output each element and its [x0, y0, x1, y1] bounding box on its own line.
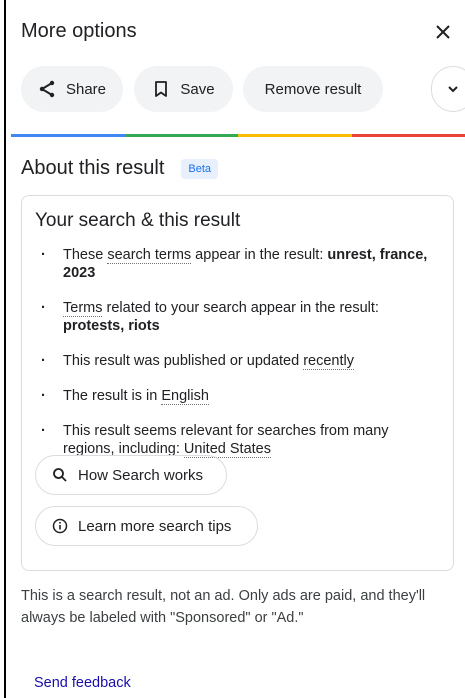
- about-title: About this result: [21, 157, 165, 179]
- item-text: related to your search appear in the res…: [102, 300, 379, 316]
- close-icon: [436, 25, 450, 39]
- window-frame: [0, 0, 11, 698]
- bookmark-icon: [155, 81, 168, 97]
- ad-disclaimer: This is a search result, not an ad. Only…: [21, 588, 426, 626]
- share-button[interactable]: Share: [21, 66, 123, 112]
- search-icon: [53, 468, 67, 482]
- more-actions-button[interactable]: [431, 66, 465, 112]
- remove-result-label: Remove result: [264, 80, 362, 98]
- info-icon: [52, 518, 68, 534]
- list-item: This result was published or updated rec…: [22, 352, 453, 370]
- beta-badge: Beta: [181, 158, 219, 179]
- save-label: Save: [180, 80, 215, 98]
- recently-link[interactable]: recently: [303, 353, 354, 370]
- share-icon: [39, 80, 55, 98]
- search-result-card: Your search & this result These search t…: [21, 195, 454, 571]
- learn-more-tips-label: Learn more search tips: [78, 517, 232, 535]
- card-title: Your search & this result: [35, 210, 241, 231]
- english-link[interactable]: English: [161, 388, 209, 405]
- save-button[interactable]: Save: [134, 66, 233, 112]
- send-feedback-link[interactable]: Send feedback: [34, 675, 131, 691]
- how-search-works-button[interactable]: How Search works: [35, 455, 227, 495]
- learn-more-tips-button[interactable]: Learn more search tips: [35, 506, 258, 546]
- related-terms: protests, riots: [63, 318, 160, 334]
- terms-link[interactable]: Terms: [63, 300, 103, 317]
- close-button[interactable]: [431, 20, 455, 44]
- action-chips: Share Save Remove result: [21, 66, 465, 112]
- item-text: This result was published or updated: [63, 353, 304, 369]
- item-text: appear in the result:: [191, 247, 328, 263]
- list-item: This result seems relevant for searches …: [22, 422, 453, 458]
- panel-title: More options: [21, 20, 137, 42]
- about-header: About this result Beta: [21, 157, 219, 180]
- reason-list: These search terms appear in the result:…: [22, 246, 453, 475]
- how-search-works-label: How Search works: [78, 466, 204, 484]
- chevron-down-icon: [448, 86, 458, 93]
- more-options-panel: More options Share Save Remove result Ab…: [11, 0, 465, 698]
- google-color-divider: [11, 134, 465, 137]
- panel-header: More options: [11, 0, 465, 62]
- item-text: These: [63, 247, 108, 263]
- list-item: The result is in English: [22, 387, 453, 405]
- search-terms-link[interactable]: search terms: [107, 247, 192, 264]
- list-item: Terms related to your search appear in t…: [22, 299, 453, 335]
- remove-result-button[interactable]: Remove result: [243, 66, 383, 112]
- share-label: Share: [65, 80, 107, 98]
- list-item: These search terms appear in the result:…: [22, 246, 453, 282]
- item-text: The result is in: [63, 388, 162, 404]
